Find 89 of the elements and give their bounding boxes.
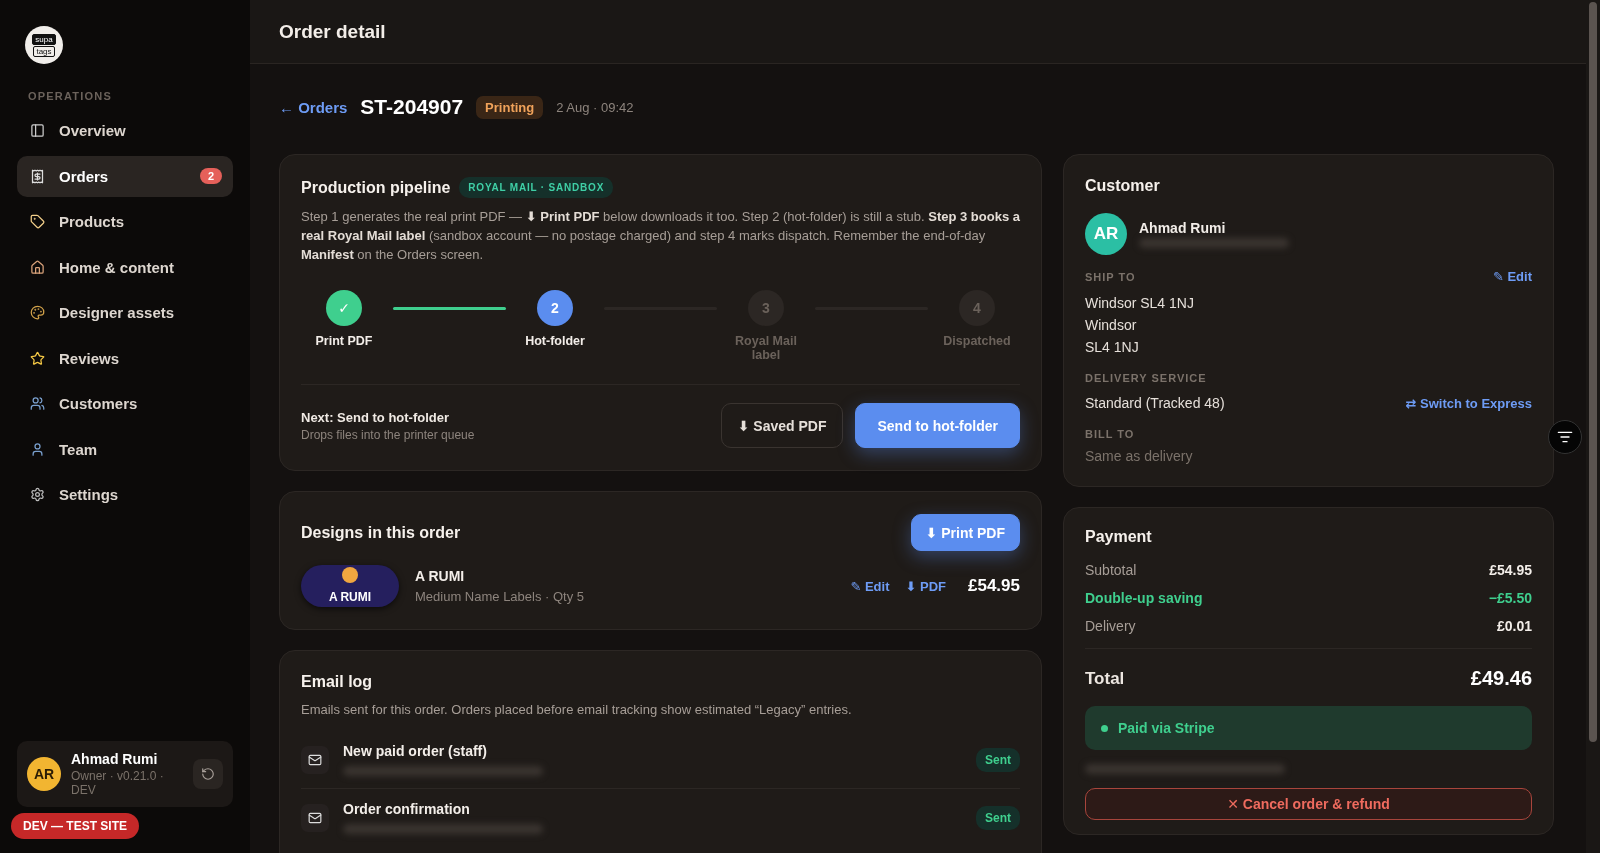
sidebar-item[interactable]: Overview xyxy=(17,110,233,151)
order-date: 2 Aug · 09:42 xyxy=(556,99,634,115)
step-marker: 3 xyxy=(748,290,784,326)
edit-link[interactable]: ✎ Edit xyxy=(1492,269,1532,284)
next-step-hint: Drops files into the printer queue xyxy=(301,427,476,442)
sidebar-item[interactable]: Customers xyxy=(17,383,233,424)
order-number: ST-204907 xyxy=(360,95,464,119)
pdf-link[interactable]: ⬇ PDF xyxy=(905,578,946,594)
delivery-service: Standard (Tracked 48) xyxy=(1085,394,1225,413)
card-title: Customer xyxy=(1085,177,1161,195)
switch-link[interactable]: ⇄ Switch to Express xyxy=(1405,395,1532,411)
step-marker: ✓ xyxy=(326,290,362,326)
reset-button[interactable] xyxy=(193,759,223,789)
email-log-description: Emails sent for this order. Orders placed before email tracking show estimated “Legacy” entries. xyxy=(301,701,853,719)
card-title: Email log xyxy=(301,673,374,691)
back-link[interactable]: ← Orders xyxy=(279,98,348,116)
sent-badge: Sent xyxy=(976,805,1020,830)
filter-icon xyxy=(1557,429,1573,445)
email-title: New paid order (staff) xyxy=(343,743,488,759)
card-title: Designs in this order xyxy=(301,523,461,542)
cancel-button[interactable]: ✕ Cancel order & refund xyxy=(1085,788,1532,820)
sidebar-item[interactable]: Team xyxy=(17,428,233,470)
step-label: Dispatched xyxy=(943,334,1011,348)
count-badge: 2 xyxy=(199,168,222,184)
scrollbar[interactable] xyxy=(1586,0,1600,853)
sidebar-item[interactable]: Reviews xyxy=(17,337,233,379)
rotate-icon xyxy=(201,767,215,781)
bill-to-value: Same as delivery xyxy=(1085,448,1194,464)
person-icon xyxy=(30,441,45,457)
sidebar-item[interactable]: Designer assets xyxy=(17,292,233,333)
address-line: Windsor SL4 1NJ xyxy=(1085,294,1195,313)
step-marker: 4 xyxy=(959,290,995,326)
card-title: Payment xyxy=(1085,528,1153,546)
house-icon xyxy=(30,259,45,275)
panel-icon xyxy=(30,123,45,138)
status-badge: Printing xyxy=(476,95,544,119)
customer-avatar: AR xyxy=(1085,213,1127,255)
section-label: OPERATIONS xyxy=(28,90,113,102)
saved-pdf-button[interactable]: ⬇ Saved PDF xyxy=(720,403,844,448)
sent-badge: Sent xyxy=(976,747,1020,772)
payment-value: £0.01 xyxy=(1496,618,1532,634)
palette-icon xyxy=(30,305,45,320)
pipeline-description: Step 1 generates the real print PDF — ⬇ Print PDF below downloads it too. Step 2 (hot-folder) is still a stub. Step 3 books a real Royal Mail label (sandbox account — no postage charged) and step 4 marks dispatch. Remember the end-of-day Manifest on the Orders screen. xyxy=(301,208,1020,264)
settings-icon xyxy=(30,487,45,502)
customer-name: Ahmad Rumi xyxy=(1139,220,1227,236)
design-details: Medium Name Labels · Qty 5 xyxy=(415,589,586,604)
field-label: BILL TO xyxy=(1085,428,1135,440)
step-label: Print PDF xyxy=(315,334,373,348)
user-avatar: AR xyxy=(27,757,61,791)
sidebar-item[interactable]: Products xyxy=(17,201,233,242)
payment-label: Delivery xyxy=(1085,618,1136,634)
address-line: Windsor xyxy=(1085,316,1138,335)
address-line: SL4 1NJ xyxy=(1085,338,1140,357)
star-icon xyxy=(30,350,45,366)
sidebar-item[interactable]: Orders 2 xyxy=(17,155,233,197)
label-thumbnail: A RUMI xyxy=(301,565,399,607)
step-label: Hot-folder xyxy=(525,334,585,348)
sidebar-item[interactable]: Home & content xyxy=(17,246,233,288)
environment-badge: DEV — TEST SITE xyxy=(11,813,139,839)
design-name: A RUMI xyxy=(415,568,466,584)
tag-icon xyxy=(30,214,45,229)
field-label: DELIVERY SERVICE xyxy=(1085,372,1207,384)
design-price: £54.95 xyxy=(968,576,1020,596)
payment-status: Paid via Stripe xyxy=(1085,706,1532,750)
card-title: Production pipeline xyxy=(301,178,451,197)
email-title: Order confirmation xyxy=(343,801,471,817)
people-icon xyxy=(30,396,45,411)
mail-icon xyxy=(301,745,329,774)
step-label: Royal Mail label xyxy=(734,334,798,362)
step-marker: 2 xyxy=(537,290,573,326)
user-name: Ahmad Rumi xyxy=(71,751,159,767)
total-value: £49.46 xyxy=(1470,667,1532,690)
field-label: SHIP TO xyxy=(1085,270,1136,283)
user-role: Owner · v0.21.0 · DEV xyxy=(71,769,165,797)
payment-label: Subtotal xyxy=(1085,562,1137,578)
status-dot xyxy=(1101,724,1108,732)
edit-link[interactable]: ✎ Edit xyxy=(850,578,890,594)
filter-button[interactable] xyxy=(1548,420,1582,454)
mail-icon xyxy=(301,803,329,832)
page-title: Order detail xyxy=(279,20,386,43)
payment-value: £54.95 xyxy=(1489,562,1532,578)
logo: supa tags xyxy=(25,26,63,64)
next-step-title: Next: Send to hot-folder xyxy=(301,409,451,425)
receipt-icon xyxy=(30,168,45,184)
payment-label: Double-up saving xyxy=(1085,590,1203,606)
total-label: Total xyxy=(1085,668,1125,689)
payment-value: −£5.50 xyxy=(1488,590,1532,606)
sandbox-tag: ROYAL MAIL · SANDBOX xyxy=(459,177,614,198)
sidebar-item[interactable]: Settings xyxy=(17,474,233,515)
